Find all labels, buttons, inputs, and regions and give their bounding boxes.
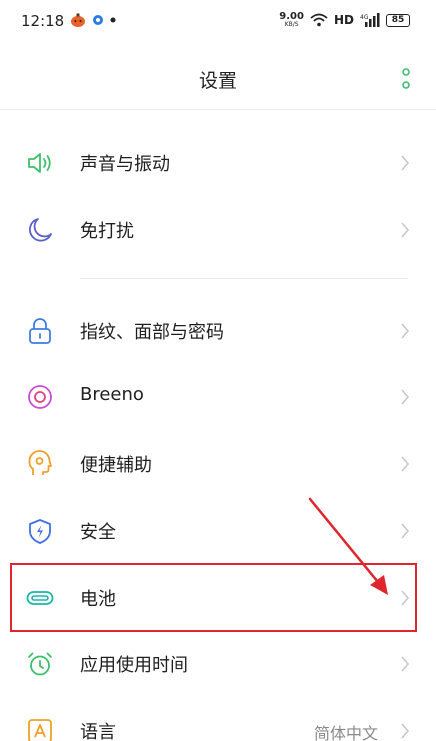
svg-text:4G: 4G [360, 14, 369, 21]
chevron-right-icon [401, 323, 410, 339]
network-type: HD [333, 13, 354, 27]
settings-item-label: Breeno [80, 384, 144, 405]
settings-item-dnd[interactable]: 免打扰 [0, 196, 436, 262]
language-icon [28, 719, 52, 741]
network-speed-unit: KB/S [284, 21, 299, 28]
speaker-icon [28, 153, 51, 173]
settings-item-language[interactable]: 语言 简体中文 [0, 697, 436, 741]
alarm-clock-icon [28, 652, 52, 676]
status-right: 9.00 KB/S HD 4G 85 [279, 12, 410, 28]
assist-icon [28, 450, 52, 475]
chevron-right-icon [401, 389, 410, 405]
shield-icon [29, 519, 51, 544]
settings-item-accessibility[interactable]: 便捷辅助 [0, 430, 436, 496]
notification-icons [70, 13, 116, 27]
notification-app-icon [71, 13, 85, 27]
lock-icon [29, 318, 51, 344]
settings-item-label: 应用使用时间 [80, 655, 188, 676]
wifi-icon [310, 13, 328, 27]
moon-icon [29, 218, 52, 242]
chevron-right-icon [401, 456, 410, 472]
signal-icon: 4G [360, 13, 380, 27]
breeno-icon [28, 385, 52, 409]
settings-item-sound[interactable]: 声音与振动 [0, 129, 436, 195]
language-current-value: 简体中文 [313, 724, 378, 741]
settings-item-app-usage-time[interactable]: 应用使用时间 [0, 630, 436, 696]
notification-circle-icon [93, 15, 103, 25]
chevron-right-icon [401, 155, 410, 171]
settings-item-label: 安全 [80, 522, 116, 543]
chevron-right-icon [401, 656, 410, 672]
settings-item-label: 语言 [80, 722, 116, 741]
settings-item-label: 免打扰 [80, 221, 134, 242]
page-title: 设置 [198, 70, 237, 92]
group-divider [80, 278, 408, 279]
settings-item-label: 指纹、面部与密码 [80, 322, 224, 343]
settings-item-label: 声音与振动 [80, 154, 170, 175]
notification-dot-icon [110, 17, 116, 23]
battery-indicator: 85 [386, 13, 410, 27]
header-divider [0, 109, 436, 110]
status-bar: 12:18 9.00 KB/S HD 4G 85 [0, 0, 436, 44]
chevron-right-icon [401, 523, 410, 539]
settings-item-fingerprint-face-password[interactable]: 指纹、面部与密码 [0, 297, 436, 363]
chevron-right-icon [401, 222, 410, 238]
arrow-annotation [308, 497, 388, 595]
page-header: 设置 [0, 44, 436, 110]
chevron-right-icon [401, 723, 410, 739]
more-options-icon[interactable] [402, 68, 410, 90]
network-speed: 9.00 KB/S [279, 12, 304, 28]
settings-item-label: 便捷辅助 [80, 455, 152, 476]
settings-item-breeno[interactable]: Breeno [0, 363, 436, 429]
status-time: 12:18 [21, 12, 65, 30]
